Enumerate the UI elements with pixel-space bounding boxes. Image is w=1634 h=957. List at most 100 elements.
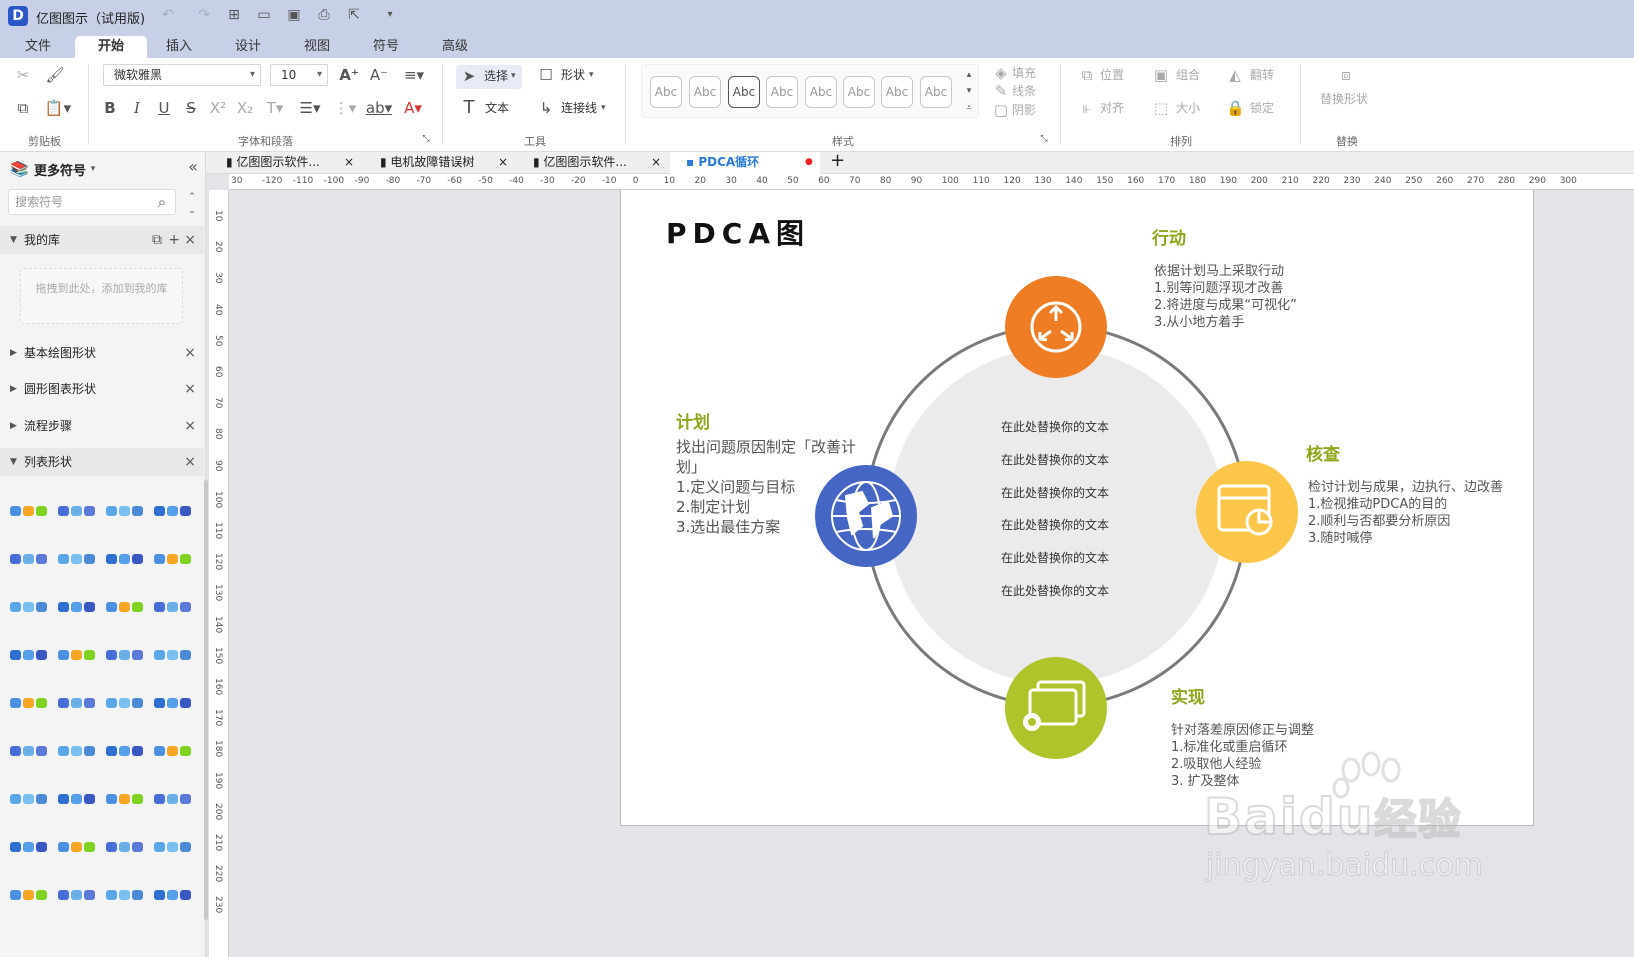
connector-icon[interactable]: ↳ [535, 97, 557, 119]
list-shape-thumbnail[interactable] [10, 744, 48, 758]
list-shape-thumbnail[interactable] [106, 840, 144, 854]
cut-icon[interactable]: ✂ [12, 64, 34, 86]
menu-tab-file[interactable]: 文件 [8, 36, 68, 58]
list-shape-thumbnail[interactable] [154, 648, 192, 662]
group-icon[interactable]: ▣ [1152, 64, 1170, 86]
library-drop-zone[interactable]: 拖拽到此处，添加到我的库 [20, 268, 183, 324]
list-shape-thumbnail[interactable] [58, 840, 96, 854]
doc-tab-active[interactable]: ▪ PDCA循环 ● [670, 152, 820, 175]
export-icon[interactable]: ⇱ [344, 5, 364, 25]
check-text[interactable]: 检讨计划与成果，边执行、边改善 1.检视推动PDCA的目的 2.顺利与否都要分析… [1308, 479, 1503, 547]
underline-icon[interactable]: U [154, 97, 174, 119]
search-icon[interactable]: ⌕ [152, 191, 172, 213]
list-shape-thumbnail[interactable] [154, 600, 192, 614]
paste-icon[interactable]: 📋▾ [44, 97, 72, 119]
font-size-select[interactable]: 10 [270, 64, 328, 86]
list-shape-thumbnail[interactable] [10, 792, 48, 806]
style-dialog-launcher-icon[interactable]: ⤡ [1038, 128, 1050, 150]
italic-icon[interactable]: I [127, 97, 147, 119]
superscript-icon[interactable]: X² [207, 97, 229, 119]
section-my-library[interactable]: ▼ 我的库 ⧉ + × [0, 226, 204, 254]
redo-icon[interactable]: ↷ [194, 5, 214, 25]
act-circle[interactable] [1005, 276, 1107, 378]
shape-tool-button[interactable]: 形状 [561, 64, 585, 86]
new-tab-icon[interactable]: + [830, 152, 845, 174]
text-tool-icon[interactable]: T [458, 97, 480, 119]
list-shape-thumbnail[interactable] [106, 696, 144, 710]
list-shape-thumbnail[interactable] [106, 792, 144, 806]
subscript-icon[interactable]: X₂ [234, 97, 256, 119]
list-shape-thumbnail[interactable] [10, 888, 48, 902]
shadow-icon[interactable]: ▢ [993, 99, 1009, 121]
open-folder-icon[interactable]: ▭ [254, 5, 274, 25]
style-swatch[interactable]: Abc [650, 76, 682, 108]
section-process-steps[interactable]: ▶ 流程步骤 × [0, 412, 204, 440]
add-icon[interactable]: + [168, 226, 180, 254]
list-shape-thumbnail[interactable] [10, 648, 48, 662]
increase-font-icon[interactable]: A⁺ [338, 64, 360, 86]
list-shape-thumbnail[interactable] [154, 504, 192, 518]
style-swatch[interactable]: Abc [728, 76, 760, 108]
style-swatch[interactable]: Abc [843, 76, 875, 108]
font-dialog-launcher-icon[interactable]: ⤡ [420, 128, 432, 150]
style-swatch[interactable]: Abc [920, 76, 952, 108]
lock-button[interactable]: 锁定 [1250, 97, 1274, 119]
undo-icon[interactable]: ↶ [158, 5, 178, 25]
list-shape-thumbnail[interactable] [10, 840, 48, 854]
strikethrough-icon[interactable]: S [181, 97, 201, 119]
doc-tab-3[interactable]: ▮ 亿图图示软件... × [533, 152, 661, 174]
style-swatch[interactable]: Abc [805, 76, 837, 108]
decrease-font-icon[interactable]: A⁻ [368, 64, 390, 86]
font-family-select[interactable]: 微软雅黑 [103, 64, 261, 86]
close-icon[interactable]: × [184, 226, 196, 254]
flip-icon[interactable]: ◭ [1226, 64, 1244, 86]
menu-tab-insert[interactable]: 插入 [149, 36, 209, 58]
close-icon[interactable]: × [184, 448, 196, 476]
doc-tab-2[interactable]: ▮ 电机故障错误树 × [380, 152, 508, 174]
copy-icon[interactable]: ⧉ [12, 97, 34, 119]
close-icon[interactable]: × [651, 152, 661, 172]
customize-toolbar-icon[interactable]: ▾ [380, 5, 400, 25]
menu-tab-design[interactable]: 设计 [218, 36, 278, 58]
list-shape-thumbnail[interactable] [10, 696, 48, 710]
plan-heading[interactable]: 计划 [676, 408, 710, 433]
list-shape-thumbnail[interactable] [10, 600, 48, 614]
close-icon[interactable]: × [184, 339, 196, 367]
center-text-line[interactable]: 在此处替换你的文本 [975, 451, 1135, 468]
list-shape-thumbnail[interactable] [106, 648, 144, 662]
group-button[interactable]: 组合 [1176, 64, 1200, 86]
style-swatch[interactable]: Abc [766, 76, 798, 108]
bullet-list-icon[interactable]: ⋮▾ [331, 97, 359, 119]
menu-tab-view[interactable]: 视图 [287, 36, 347, 58]
style-swatch[interactable]: Abc [689, 76, 721, 108]
menu-tab-advanced[interactable]: 高级 [425, 36, 485, 58]
list-shape-thumbnail[interactable] [58, 648, 96, 662]
align-button[interactable]: 对齐 [1100, 97, 1124, 119]
size-button[interactable]: 大小 [1176, 97, 1200, 119]
list-shape-thumbnail[interactable] [154, 840, 192, 854]
save-icon[interactable]: ▣ [284, 5, 304, 25]
list-shape-thumbnail[interactable] [58, 504, 96, 518]
list-shape-thumbnail[interactable] [58, 600, 96, 614]
text-style-icon[interactable]: T▾ [262, 97, 288, 119]
list-shape-thumbnail[interactable] [106, 600, 144, 614]
menu-tab-start[interactable]: 开始 [75, 36, 147, 58]
diagram-title[interactable]: PDCA图 [666, 212, 810, 252]
connector-dropdown-icon[interactable]: ▾ [601, 97, 606, 119]
print-icon[interactable]: ⎙ [314, 5, 334, 25]
list-shape-thumbnail[interactable] [154, 792, 192, 806]
line-spacing-icon[interactable]: ☰▾ [296, 97, 324, 119]
close-icon[interactable]: × [498, 152, 508, 172]
act-text[interactable]: 依据计划马上采取行动 1.别等问题浮现才改善 2.将进度与成果“可视化” 3.从… [1154, 263, 1297, 331]
center-text-line[interactable]: 在此处替换你的文本 [975, 549, 1135, 566]
list-shape-thumbnail[interactable] [58, 792, 96, 806]
format-painter-icon[interactable]: 🖌 [44, 64, 66, 86]
check-heading[interactable]: 核查 [1306, 440, 1340, 465]
section-circle-chart-shapes[interactable]: ▶ 圆形图表形状 × [0, 375, 204, 403]
bold-icon[interactable]: B [100, 97, 120, 119]
lock-icon[interactable]: 🔒 [1226, 97, 1245, 119]
position-icon[interactable]: ⧉ [1078, 64, 1096, 86]
doc-tab-1[interactable]: ▮ 亿图图示软件... × [226, 152, 354, 174]
center-text-line[interactable]: 在此处替换你的文本 [975, 582, 1135, 599]
replace-shape-button[interactable]: 替换形状 [1320, 88, 1368, 110]
